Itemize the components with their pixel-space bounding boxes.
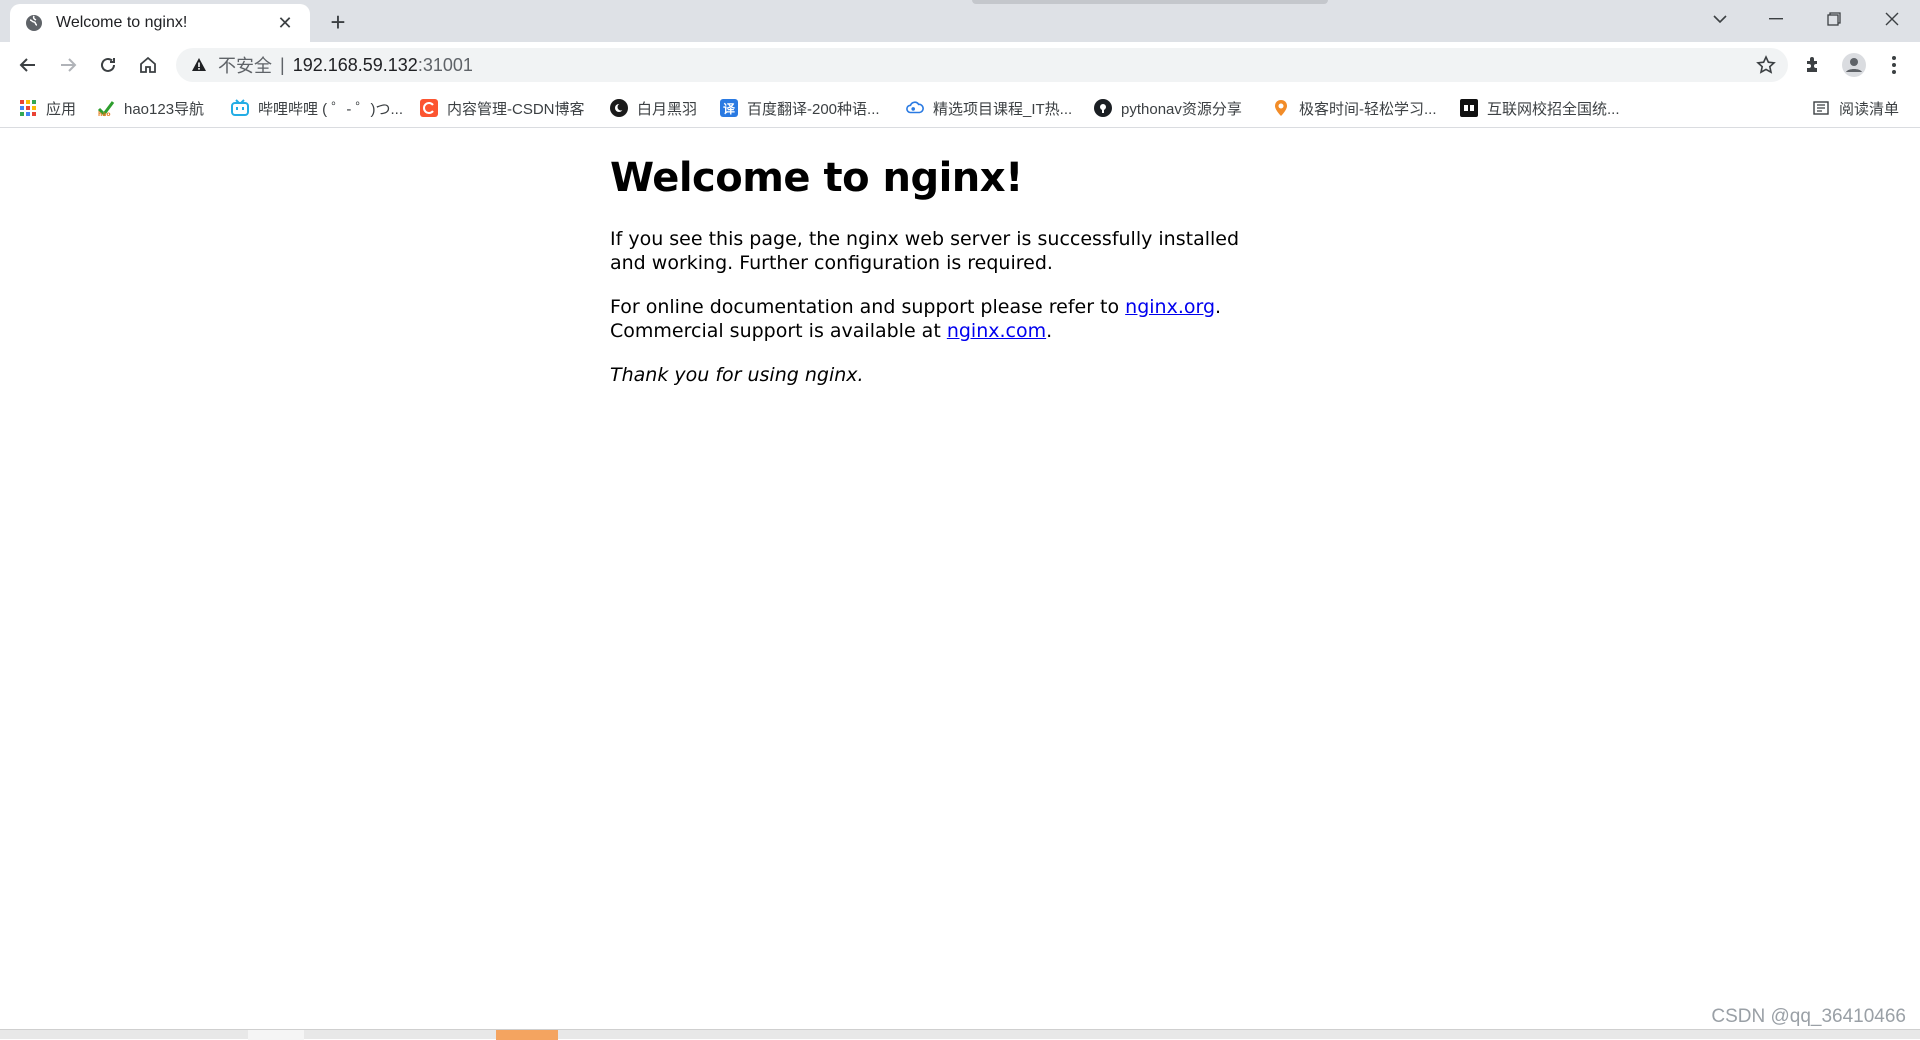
docs-paragraph: For online documentation and support ple… [610, 295, 1250, 343]
bookmark-courses[interactable]: 精选项目课程_IT热... [906, 96, 1072, 120]
bookmark-nowcoder[interactable]: 互联网校招全国统... [1460, 96, 1620, 120]
globe-icon [24, 13, 44, 33]
page-title: Welcome to nginx! [610, 155, 1023, 201]
bookmark-hao123[interactable]: hao hao123导航 [97, 96, 204, 120]
intro-paragraph: If you see this page, the nginx web serv… [610, 228, 1240, 274]
new-tab-button[interactable]: + [324, 8, 352, 36]
menu-kebab-icon[interactable] [1880, 51, 1908, 79]
svg-text:hao: hao [98, 111, 110, 117]
bookmark-label: hao123导航 [124, 100, 205, 118]
csdn-watermark: CSDN @qq_36410466 [1711, 1006, 1906, 1027]
bookmark-baidu-translate[interactable]: 译 百度翻译-200种语... [720, 96, 880, 120]
reading-list-button[interactable]: 阅读清单 [1812, 96, 1899, 120]
address-bar[interactable]: 不安全 | 192.168.59.132 :31001 [176, 48, 1788, 82]
bookmark-label: 内容管理-CSDN博客 [447, 100, 585, 118]
not-secure-label[interactable]: 不安全 [218, 52, 272, 78]
cloud-icon [906, 99, 924, 117]
commercial-text: Commercial support is available at [610, 320, 947, 342]
baidu-translate-icon: 译 [720, 99, 738, 117]
home-button[interactable] [132, 49, 164, 81]
baiyue-icon [610, 99, 628, 117]
bookmark-star-icon[interactable] [1756, 55, 1776, 75]
tab-title: Welcome to nginx! [56, 14, 188, 31]
browser-toolbar: 不安全 | 192.168.59.132 :31001 [0, 42, 1920, 88]
hao123-icon: hao [97, 99, 115, 117]
bookmark-csdn[interactable]: 内容管理-CSDN博客 [420, 96, 585, 120]
home-icon [140, 56, 156, 73]
bookmark-apps[interactable]: 应用 [19, 96, 76, 120]
arrow-right-icon [61, 58, 77, 72]
warning-icon[interactable] [190, 56, 208, 74]
reload-button[interactable] [92, 49, 124, 81]
apps-grid-icon [19, 99, 37, 117]
bookmark-label: pythonav资源分享 [1121, 100, 1242, 118]
extensions-icon[interactable] [1799, 51, 1827, 79]
forward-button[interactable] [52, 49, 84, 81]
thanks-paragraph: Thank you for using nginx. [610, 363, 1250, 387]
bookmark-label: 精选项目课程_IT热... [933, 100, 1073, 118]
title-bar: Welcome to nginx! ✕ + [0, 0, 1920, 42]
csdn-icon [420, 99, 438, 117]
geektime-icon [1272, 99, 1290, 117]
bilibili-icon [231, 99, 249, 117]
tab-strip-drag-area [972, 0, 1328, 4]
bookmark-label: 互联网校招全国统... [1487, 100, 1620, 118]
nginx-com-link[interactable]: nginx.com [947, 320, 1046, 342]
close-tab-icon[interactable]: ✕ [274, 12, 296, 34]
commercial-text-period: . [1046, 320, 1053, 342]
arrow-left-icon [19, 58, 35, 72]
bookmarks-bar: 应用 hao hao123导航 哔哩哔哩 ( ゜- ゜)つ... 内容管理-CS… [0, 88, 1920, 128]
github-icon [1094, 99, 1112, 117]
bookmark-label: 哔哩哔哩 ( ゜- ゜)つ... [258, 100, 403, 118]
url-host: 192.168.59.132 [292, 54, 418, 75]
url-port: :31001 [417, 54, 473, 75]
nowcoder-icon [1460, 99, 1478, 117]
nginx-org-link[interactable]: nginx.org [1125, 296, 1215, 318]
bookmark-geektime[interactable]: 极客时间-轻松学习... [1272, 96, 1437, 120]
tab-search-button[interactable] [1692, 0, 1748, 38]
minimize-button[interactable] [1748, 0, 1804, 38]
reading-list-label: 阅读清单 [1839, 100, 1900, 118]
reload-icon [101, 57, 115, 72]
bookmark-label: 白月黑羽 [637, 100, 698, 118]
tab-active[interactable]: Welcome to nginx! ✕ [10, 4, 310, 42]
reading-list-icon [1812, 99, 1830, 117]
bookmark-bilibili[interactable]: 哔哩哔哩 ( ゜- ゜)つ... [231, 96, 403, 120]
bookmark-label: 极客时间-轻松学习... [1299, 100, 1437, 118]
bookmark-pythonav[interactable]: pythonav资源分享 [1094, 96, 1242, 120]
profile-avatar-icon[interactable] [1840, 51, 1868, 79]
restore-button[interactable] [1806, 0, 1862, 38]
docs-text-period: . [1215, 296, 1222, 318]
nginx-welcome-page: Welcome to nginx! If you see this page, … [610, 155, 1250, 407]
docs-text: For online documentation and support ple… [610, 296, 1126, 318]
back-button[interactable] [12, 49, 44, 81]
bookmark-label: 百度翻译-200种语... [747, 100, 880, 118]
bookmark-baiyue[interactable]: 白月黑羽 [610, 96, 697, 120]
close-window-button[interactable] [1864, 0, 1920, 38]
taskbar-strip [0, 1029, 1920, 1040]
page-viewport: Welcome to nginx! If you see this page, … [0, 129, 1920, 1029]
address-separator: | [280, 54, 285, 75]
thanks-text: Thank you for using nginx. [610, 364, 864, 386]
bookmark-label: 应用 [46, 100, 77, 118]
